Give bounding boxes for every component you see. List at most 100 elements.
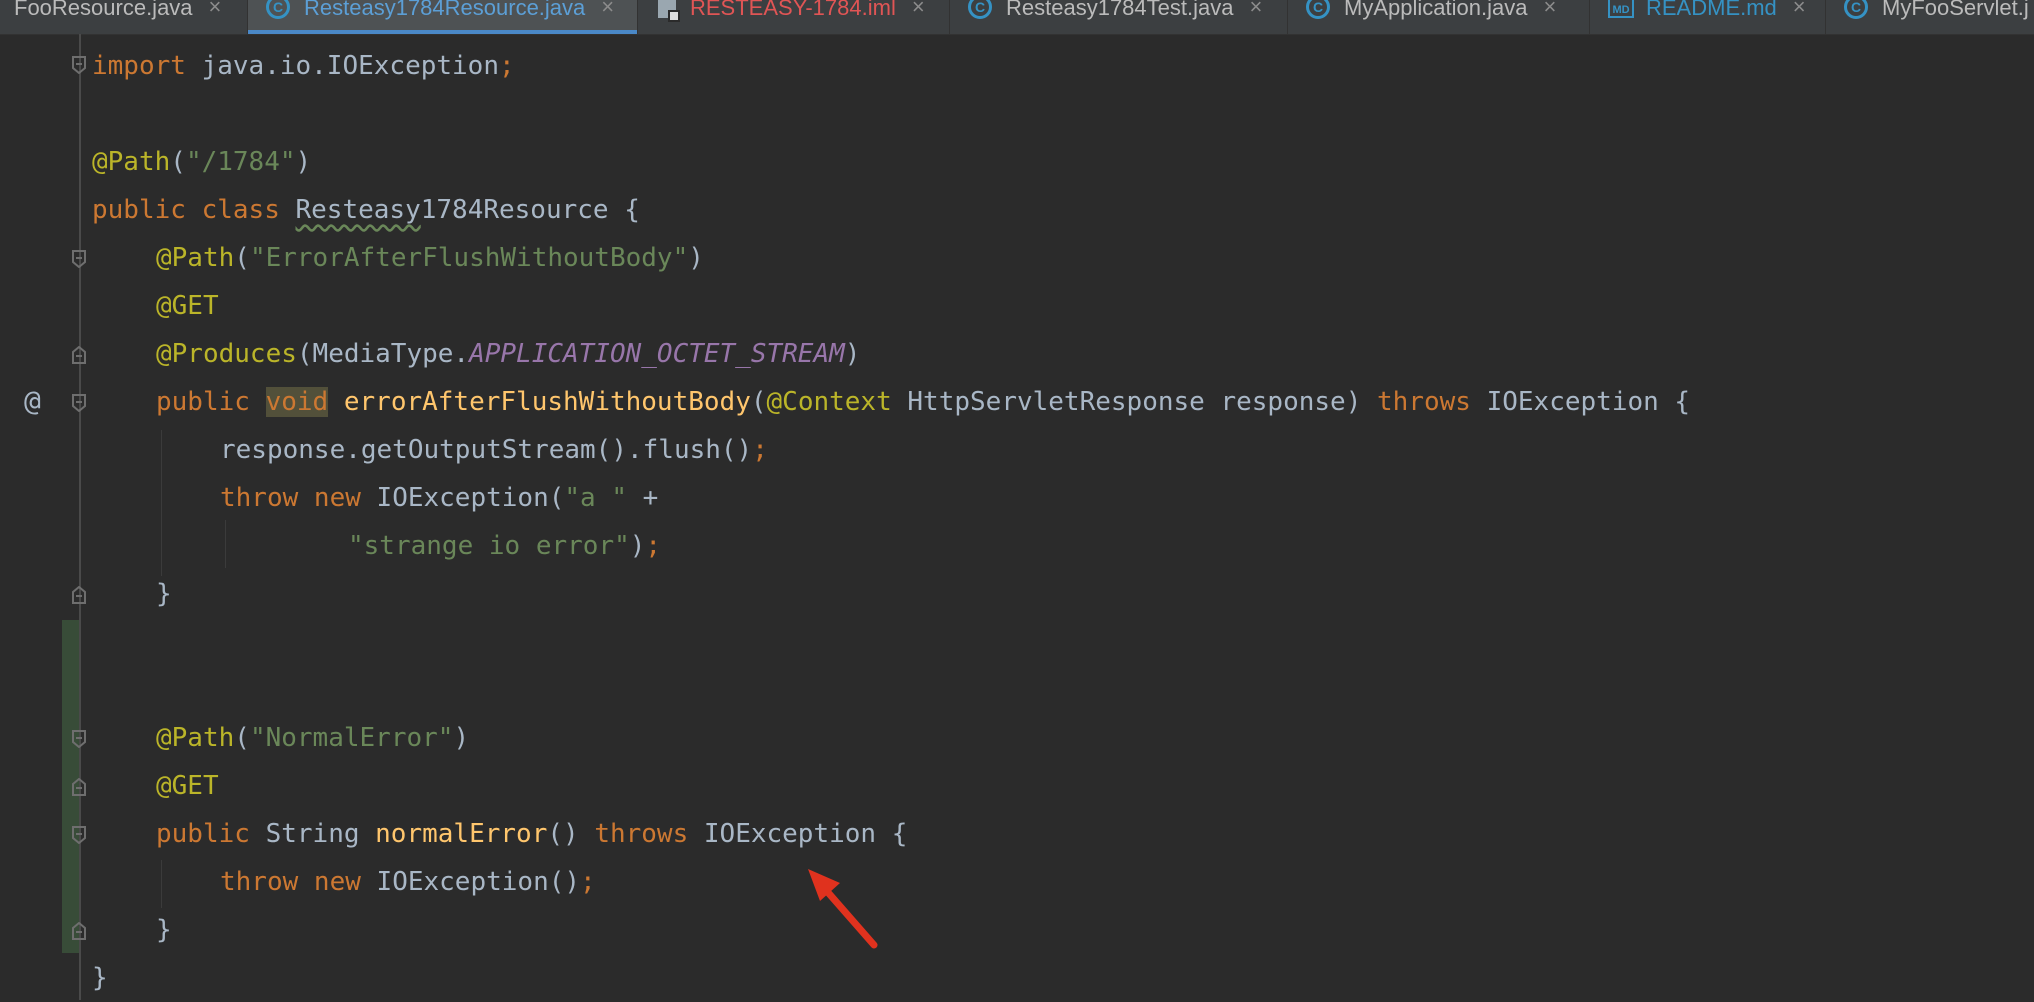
code-line: import java.io.IOException; [92, 42, 515, 90]
code-line: public void errorAfterFlushWithoutBody(@… [156, 378, 1690, 426]
red-arrow-annotation [808, 869, 878, 949]
fold-marker-icon[interactable] [71, 56, 87, 74]
code-line: @Path("NormalError") [156, 714, 469, 762]
keyword: new [313, 483, 361, 513]
code-text: ( [234, 723, 250, 753]
semicolon: ; [499, 51, 515, 81]
code-line: public String normalError() throws IOExc… [156, 810, 907, 858]
code-line: response.getOutputStream().flush(); [220, 426, 768, 474]
indent-guide [161, 860, 162, 908]
tab-readme[interactable]: MD README.md × [1590, 0, 1826, 34]
fold-marker-icon[interactable] [71, 250, 87, 268]
indent-guide [161, 430, 162, 576]
code-text: java.io.IOException [185, 51, 499, 81]
code-line: public class Resteasy1784Resource { [92, 186, 640, 234]
tab-label: RESTEASY-1784.iml [690, 0, 896, 20]
implemented-at-icon[interactable]: @ [24, 384, 41, 417]
fold-marker-icon[interactable] [71, 826, 87, 844]
keyword: class [185, 195, 296, 225]
code-text: ( [750, 387, 767, 417]
fold-marker-icon[interactable] [71, 346, 87, 364]
keyword: throws [594, 819, 689, 849]
annotation: @GET [156, 771, 219, 801]
code-text: { [608, 195, 640, 225]
fold-marker-icon[interactable] [71, 730, 87, 748]
close-icon[interactable]: × [1249, 0, 1262, 20]
tab-resteasy1784resource[interactable]: C Resteasy1784Resource.java × [248, 0, 638, 34]
iml-file-icon [658, 0, 680, 22]
semicolon: ; [752, 435, 768, 465]
code-text: ) [629, 531, 646, 561]
indent-guide [225, 520, 226, 568]
gutter-divider [79, 34, 81, 1000]
code-line: @Path("ErrorAfterFlushWithoutBody") [156, 234, 704, 282]
code-text: ( [170, 147, 186, 177]
tab-fooresource[interactable]: FooResource.java × [0, 0, 248, 34]
string-literal: "strange io error" [348, 531, 630, 561]
close-icon[interactable]: × [1543, 0, 1556, 20]
string-literal: "ErrorAfterFlushWithoutBody" [249, 243, 689, 273]
code-text: IOException( [360, 483, 565, 513]
tab-label: Resteasy1784Resource.java [304, 0, 586, 20]
code-line: @GET [156, 762, 219, 810]
code-text: ) [688, 243, 704, 273]
close-icon[interactable]: × [1793, 0, 1806, 20]
code-text: } [92, 963, 108, 993]
editor-tab-bar: FooResource.java × C Resteasy1784Resourc… [0, 0, 2034, 35]
code-text: () [547, 819, 595, 849]
tab-label: Resteasy1784Test.java [1006, 0, 1234, 20]
code-line: } [156, 906, 172, 954]
code-text: ) [453, 723, 470, 753]
fold-marker-icon[interactable] [71, 394, 87, 412]
string-literal: "a " [564, 483, 628, 513]
code-text: + [627, 483, 659, 513]
java-class-icon: C [968, 0, 992, 19]
code-line: throw new IOException("a " + [220, 474, 658, 522]
fold-marker-icon[interactable] [71, 586, 87, 604]
keyword: new [313, 867, 361, 897]
fold-marker-icon[interactable] [71, 778, 87, 796]
tab-resteasy-iml[interactable]: RESTEASY-1784.iml × [638, 0, 950, 34]
close-icon[interactable]: × [601, 0, 614, 20]
code-text: response.getOutputStream().flush() [220, 435, 753, 465]
code-line: "strange io error"); [348, 522, 661, 570]
keyword: import [92, 51, 186, 81]
constant: APPLICATION_OCTET_STREAM [469, 339, 845, 369]
tab-resteasy1784test[interactable]: C Resteasy1784Test.java × [950, 0, 1288, 34]
semicolon: ; [645, 531, 662, 561]
tab-label: FooResource.java [14, 0, 193, 20]
close-icon[interactable]: × [209, 0, 222, 20]
code-line: @GET [156, 282, 219, 330]
keyword: public [92, 195, 186, 225]
annotation: @Context [766, 387, 892, 417]
annotation: @GET [156, 291, 219, 321]
java-class-icon: C [1306, 0, 1330, 19]
code-text: HttpServletResponse response) [891, 387, 1378, 417]
code-text: } [156, 915, 172, 945]
tab-myapplication[interactable]: C MyApplication.java × [1288, 0, 1590, 34]
string-literal: "NormalError" [249, 723, 454, 753]
code-text: IOException { [688, 819, 908, 849]
annotation: @Produces [156, 339, 297, 369]
code-line: } [92, 954, 108, 1002]
tab-myfooservlet[interactable]: C MyFooServlet.j [1826, 0, 2034, 34]
fold-marker-icon[interactable] [71, 922, 87, 940]
string-literal: "/1784" [185, 147, 296, 177]
tab-label: MyApplication.java [1344, 0, 1528, 20]
keyword: throws [1377, 387, 1471, 417]
code-line: @Path("/1784") [92, 138, 311, 186]
code-text: } [156, 579, 172, 609]
code-text: (MediaType. [296, 339, 470, 369]
java-class-icon: C [266, 0, 290, 19]
close-icon[interactable]: × [912, 0, 925, 20]
markdown-file-icon: MD [1608, 0, 1634, 18]
annotation: @Path [92, 147, 171, 177]
method-name: normalError [375, 819, 548, 849]
keyword: public [156, 387, 266, 417]
code-text: ) [295, 147, 312, 177]
code-text: ( [234, 243, 250, 273]
code-text: IOException() [360, 867, 581, 897]
annotation: @Path [156, 723, 235, 753]
keyword: throw [220, 483, 314, 513]
